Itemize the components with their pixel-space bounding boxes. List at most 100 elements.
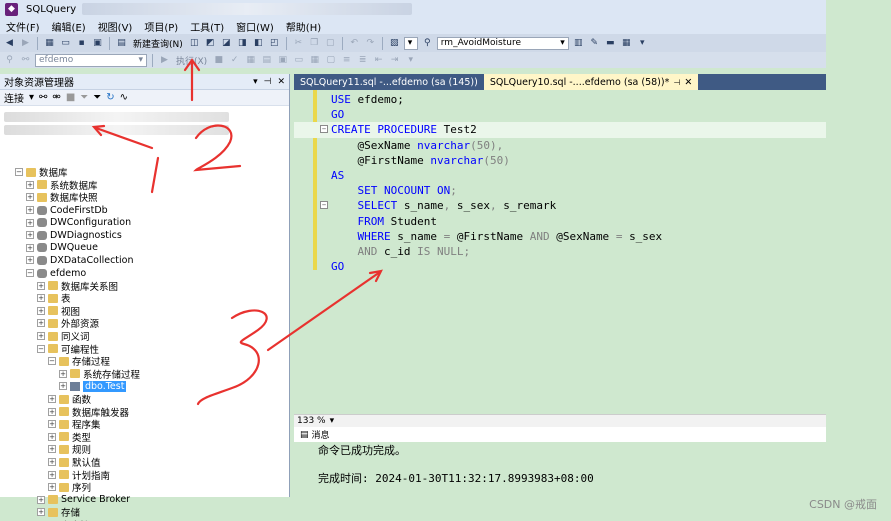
execute-button[interactable]: 执行(X) — [174, 54, 209, 67]
copy-icon[interactable]: ❐ — [308, 37, 321, 50]
tree-node[interactable]: + 系统存储过程 — [59, 368, 140, 381]
expand-icon[interactable]: + — [48, 470, 56, 479]
activity-monitor-icon[interactable]: ∿ — [120, 92, 128, 103]
tree-node[interactable]: + 数据库关系图 — [37, 279, 118, 293]
query-editor[interactable]: USE efdemo; GO − CREATE PROCEDURE Test2 @Se… — [294, 90, 826, 414]
forward-icon[interactable]: ▶ — [19, 37, 32, 50]
template-icon[interactable]: ▦ — [620, 37, 633, 50]
tree-node[interactable]: − 数据库 — [15, 166, 68, 179]
collapse-icon[interactable]: − — [37, 344, 45, 353]
paste-icon[interactable]: ▢ — [324, 37, 337, 50]
outdent-icon[interactable]: ⇤ — [372, 54, 385, 67]
close-icon[interactable]: ✕ — [277, 77, 285, 87]
expand-icon[interactable]: + — [48, 395, 56, 404]
menu-help[interactable]: 帮助(H) — [280, 19, 327, 34]
collapse-icon[interactable]: − — [15, 168, 23, 177]
expand-icon[interactable]: + — [37, 332, 45, 341]
expand-icon[interactable]: + — [26, 243, 34, 252]
tree-node[interactable]: + 规则 — [48, 443, 91, 456]
parse-icon[interactable]: ✓ — [228, 54, 241, 67]
tree-node[interactable]: + 存储 — [37, 506, 80, 519]
expand-icon[interactable]: + — [37, 306, 45, 315]
mdx-query-icon[interactable]: ◪ — [220, 37, 233, 50]
find-in-files-icon[interactable]: ⚲ — [421, 37, 434, 50]
db-engine-query-icon[interactable]: ◫ — [188, 37, 201, 50]
results-to-file-icon[interactable]: ▢ — [324, 54, 337, 67]
change-connection-icon[interactable]: ⚯ — [19, 54, 32, 67]
stop-icon[interactable]: ■ — [66, 92, 75, 103]
tree-node[interactable]: + 默认值 — [48, 456, 101, 469]
disconnect-icon[interactable]: ⚮ — [52, 92, 60, 103]
zoom-level[interactable]: 133 % — [297, 416, 326, 426]
xmla-query-icon[interactable]: ◧ — [252, 37, 265, 50]
new-query-icon[interactable]: ▤ — [115, 37, 128, 50]
results-to-grid-icon[interactable]: ▦ — [308, 54, 321, 67]
tree-node[interactable]: + CodeFirstDb — [26, 204, 108, 217]
new-query-button[interactable]: 新建查询(N) — [131, 37, 185, 50]
expand-icon[interactable]: + — [48, 483, 56, 492]
display-plan-icon[interactable]: ▦ — [244, 54, 257, 67]
menu-view[interactable]: 视图(V) — [92, 19, 139, 34]
menu-tools[interactable]: 工具(T) — [184, 19, 230, 34]
menu-project[interactable]: 项目(P) — [138, 19, 184, 34]
save-icon[interactable]: ▪ — [75, 37, 88, 50]
collapse-icon[interactable]: − — [26, 269, 34, 278]
dax-query-icon[interactable]: ◰ — [268, 37, 281, 50]
tree-node[interactable]: + 类型 — [48, 431, 91, 444]
tree-node[interactable]: − 存储过程 — [48, 355, 110, 368]
plug-icon[interactable]: ⚯ — [39, 92, 47, 103]
uncomment-icon[interactable]: ≣ — [356, 54, 369, 67]
stop-icon[interactable]: ■ — [212, 54, 225, 67]
redo-icon[interactable]: ↷ — [364, 37, 377, 50]
tab-sqlquery11[interactable]: SQLQuery11.sql -...efdemo (sa (145)) — [294, 74, 484, 90]
dmx-query-icon[interactable]: ◨ — [236, 37, 249, 50]
cut-icon[interactable]: ✂ — [292, 37, 305, 50]
analysis-query-icon[interactable]: ◩ — [204, 37, 217, 50]
fold-toggle-icon[interactable]: − — [320, 201, 328, 210]
close-tab-icon[interactable]: ✕ — [684, 77, 692, 88]
solution-configuration-combo[interactable]: rm_AvoidMoisture ▾ — [436, 36, 569, 50]
connect-button[interactable]: 连接 — [4, 90, 24, 105]
expand-icon[interactable]: + — [26, 206, 34, 215]
query-options-icon[interactable]: ▤ — [260, 54, 273, 67]
open-file-icon[interactable]: ▭ — [59, 37, 72, 50]
menu-file[interactable]: 文件(F) — [0, 19, 46, 34]
toolbox-icon[interactable]: ▬ — [604, 37, 617, 50]
expand-icon[interactable]: + — [26, 193, 34, 202]
expand-icon[interactable]: + — [48, 458, 56, 467]
tree-node[interactable]: + DWDiagnostics — [26, 229, 122, 242]
expand-icon[interactable]: + — [59, 369, 67, 378]
wrench-icon[interactable]: ✎ — [588, 37, 601, 50]
properties-icon[interactable]: ▧ — [388, 37, 401, 50]
new-project-icon[interactable]: ▦ — [43, 37, 56, 50]
expand-icon[interactable]: + — [26, 180, 34, 189]
expand-icon[interactable]: + — [59, 382, 67, 391]
object-explorer-icon[interactable]: ▥ — [572, 37, 585, 50]
expand-icon[interactable]: + — [37, 281, 45, 290]
tree-node[interactable]: + 表 — [37, 292, 71, 305]
tree-node[interactable]: + 程序集 — [48, 418, 101, 431]
small-dropdown[interactable]: ▾ — [403, 36, 418, 50]
results-to-text-icon[interactable]: ▭ — [292, 54, 305, 67]
pin-icon[interactable]: ⊣ — [264, 77, 272, 87]
refresh-icon[interactable]: ↻ — [106, 92, 114, 103]
expand-icon[interactable]: + — [26, 218, 34, 227]
expand-icon[interactable]: + — [37, 319, 45, 328]
expand-icon[interactable]: + — [37, 508, 45, 517]
connect-dropdown-icon[interactable]: ▾ — [29, 92, 34, 103]
tree-node[interactable]: + 计划指南 — [48, 468, 110, 482]
chevron-down-icon[interactable]: ▾ — [330, 416, 335, 426]
back-icon[interactable]: ◀ — [3, 37, 16, 50]
save-all-icon[interactable]: ▣ — [91, 37, 104, 50]
fold-toggle-icon[interactable]: − — [320, 125, 328, 134]
undo-icon[interactable]: ↶ — [348, 37, 361, 50]
tree-node[interactable]: + DWQueue — [26, 242, 98, 255]
expand-icon[interactable]: + — [48, 420, 56, 429]
collapse-icon[interactable]: − — [48, 357, 56, 366]
tree-node[interactable]: + DWConfiguration — [26, 216, 131, 229]
tree-node[interactable]: + 序列 — [48, 481, 91, 494]
filter-icon[interactable]: ⏷ — [80, 92, 88, 103]
filter-settings-icon[interactable]: ⏷ — [93, 92, 101, 103]
window-position-dropdown-icon[interactable]: ▾ — [253, 77, 258, 87]
tree-node[interactable]: − efdemo — [26, 267, 86, 280]
